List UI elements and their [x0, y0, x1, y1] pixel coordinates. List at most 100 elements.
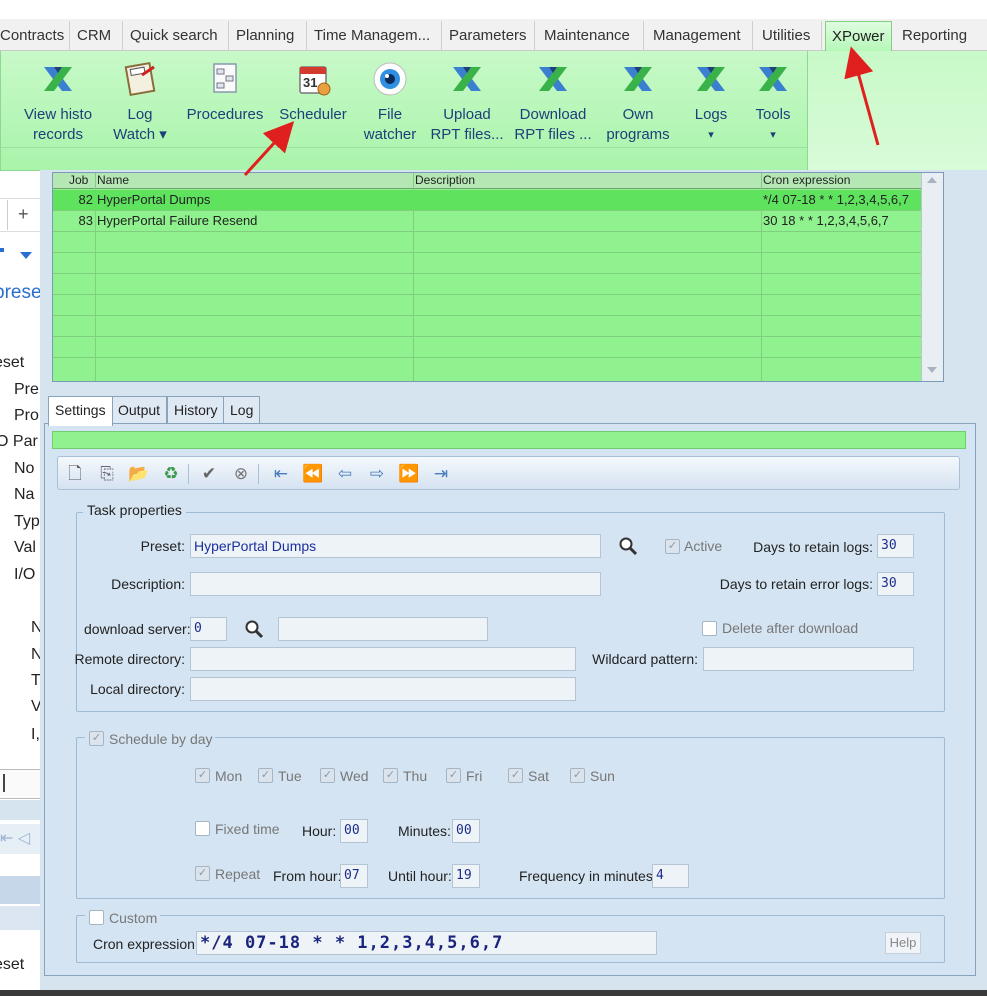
tab-maintenance[interactable]: Maintenance — [538, 21, 644, 51]
thu-checkbox[interactable]: ✓ — [383, 768, 398, 783]
custom-checkbox[interactable] — [89, 910, 104, 925]
title-strip — [0, 0, 987, 19]
table-row[interactable]: 82 HyperPortal Dumps */4 07-18 * * 1,2,3… — [53, 190, 921, 210]
download-server-name-field[interactable] — [278, 617, 488, 641]
col-name[interactable]: Name — [97, 173, 129, 187]
col-cron[interactable]: Cron expression — [763, 173, 850, 187]
tab-time-management[interactable]: Time Managem... — [308, 21, 442, 51]
cancel-icon[interactable]: ⊗ — [230, 464, 252, 484]
col-description[interactable]: Description — [415, 173, 475, 187]
tab-history[interactable]: History — [167, 396, 225, 424]
until-hour-field[interactable]: 19 — [452, 864, 480, 888]
local-directory-field[interactable] — [190, 677, 576, 701]
fixed-time-checkbox[interactable] — [195, 821, 210, 836]
days-logs-label: Days to retain logs: — [753, 539, 873, 555]
add-tab-icon[interactable]: + — [18, 204, 29, 225]
own-programs-button[interactable]: Own programs — [601, 57, 675, 145]
wildcard-pattern-label: Wildcard pattern: — [592, 651, 698, 667]
upload-rpt-files-button[interactable]: Upload RPT files... — [429, 57, 505, 145]
xpower-ribbon: View histo records Log Watch ▾ Procedures … — [0, 51, 808, 171]
log-book-icon — [118, 57, 162, 101]
ribbon-divider — [1, 147, 807, 148]
hour-field[interactable]: 00 — [340, 819, 368, 843]
tab-xpower[interactable]: XPower — [825, 21, 892, 51]
confirm-icon[interactable]: ✔ — [198, 464, 220, 484]
tab-parameters[interactable]: Parameters — [443, 21, 535, 51]
fri-checkbox[interactable]: ✓ — [446, 768, 461, 783]
file-watcher-button[interactable]: File watcher — [357, 57, 423, 145]
remote-directory-field[interactable] — [190, 647, 576, 671]
wildcard-pattern-field[interactable] — [703, 647, 914, 671]
copy-record-icon[interactable]: ⎘ — [96, 464, 118, 484]
xpower-logo-icon — [616, 57, 660, 101]
preset-field[interactable]: HyperPortal Dumps — [190, 534, 601, 558]
schedule-by-day-checkbox[interactable]: ✓ — [89, 731, 104, 746]
cron-expression-field[interactable]: */4 07-18 * * 1,2,3,4,5,6,7 — [196, 931, 657, 955]
chevron-down-icon[interactable] — [20, 252, 32, 259]
calendar-day: 31 — [303, 75, 318, 90]
tab-output[interactable]: Output — [111, 396, 168, 424]
tools-button[interactable]: Tools ▾ — [745, 57, 801, 145]
left-item: Pre — [14, 381, 39, 398]
background-window: + prese eset Pre Pro O Par No Na Typ Val… — [0, 176, 43, 996]
tab-settings[interactable]: Settings — [48, 396, 113, 426]
search-icon[interactable] — [618, 536, 638, 556]
grid-header: Job Name Description Cron expression — [53, 173, 921, 189]
minutes-label: Minutes: — [398, 823, 451, 839]
tab-planning[interactable]: Planning — [230, 21, 307, 51]
scroll-up-icon[interactable] — [927, 177, 937, 183]
days-error-field[interactable]: 30 — [877, 572, 914, 596]
minutes-field[interactable]: 00 — [452, 819, 480, 843]
days-error-label: Days to retain error logs: — [719, 576, 873, 592]
left-item: I/O — [14, 566, 36, 583]
delete-after-download-checkbox[interactable] — [702, 621, 717, 636]
last-record-icon[interactable]: ⇥ — [430, 464, 452, 484]
sat-checkbox[interactable]: ✓ — [508, 768, 523, 783]
tab-log[interactable]: Log — [223, 396, 261, 424]
xpower-logo-icon — [445, 57, 489, 101]
logs-button[interactable]: Logs ▾ — [683, 57, 739, 145]
panel-tabs: Settings Output History Log — [44, 396, 284, 426]
fri-label: Fri — [466, 768, 483, 784]
help-button[interactable]: Help — [885, 932, 921, 954]
open-folder-icon[interactable]: 📂 — [128, 464, 150, 484]
description-field[interactable] — [190, 572, 601, 596]
procedures-icon — [203, 57, 247, 101]
tab-quick-search[interactable]: Quick search — [124, 21, 229, 51]
tab-contracts[interactable]: Contracts — [0, 21, 70, 51]
tab-reporting[interactable]: Reporting — [896, 21, 987, 51]
table-row[interactable]: 83 HyperPortal Failure Resend 30 18 * * … — [53, 211, 921, 231]
remote-directory-label: Remote directory: — [74, 651, 185, 667]
refresh-icon[interactable]: ♻ — [160, 464, 182, 484]
view-histo-records-button[interactable]: View histo records — [19, 57, 97, 145]
sun-checkbox[interactable]: ✓ — [570, 768, 585, 783]
procedures-button[interactable]: Procedures — [185, 57, 265, 125]
days-logs-field[interactable]: 30 — [877, 534, 914, 558]
next-page-icon[interactable]: ⏩ — [398, 464, 420, 484]
grid-scrollbar[interactable] — [921, 173, 943, 381]
download-rpt-files-button[interactable]: Download RPT files ... — [513, 57, 593, 145]
new-record-icon[interactable]: 🗋 — [64, 464, 86, 484]
scheduler-button[interactable]: 31 Scheduler — [275, 57, 351, 125]
tab-management[interactable]: Management — [647, 21, 753, 51]
previous-record-icon[interactable]: ⇦ — [334, 464, 356, 484]
search-icon[interactable] — [244, 619, 264, 639]
next-record-icon[interactable]: ⇨ — [366, 464, 388, 484]
tab-crm[interactable]: CRM — [71, 21, 123, 51]
mon-checkbox[interactable]: ✓ — [195, 768, 210, 783]
scroll-down-icon[interactable] — [927, 367, 937, 373]
log-watch-button[interactable]: Log Watch ▾ — [105, 57, 175, 145]
tue-label: Tue — [278, 768, 302, 784]
tab-utilities[interactable]: Utilities — [756, 21, 822, 51]
from-hour-field[interactable]: 07 — [340, 864, 368, 888]
frequency-field[interactable]: 4 — [652, 864, 689, 888]
download-server-field[interactable]: 0 — [190, 617, 227, 641]
wed-checkbox[interactable]: ✓ — [320, 768, 335, 783]
left-item: Na — [14, 486, 35, 503]
repeat-checkbox[interactable]: ✓ — [195, 866, 210, 881]
first-record-icon[interactable]: ⇤ — [270, 464, 292, 484]
tue-checkbox[interactable]: ✓ — [258, 768, 273, 783]
col-job[interactable]: Job — [69, 173, 88, 187]
active-checkbox[interactable]: ✓ — [665, 539, 680, 554]
previous-page-icon[interactable]: ⏪ — [302, 464, 324, 484]
